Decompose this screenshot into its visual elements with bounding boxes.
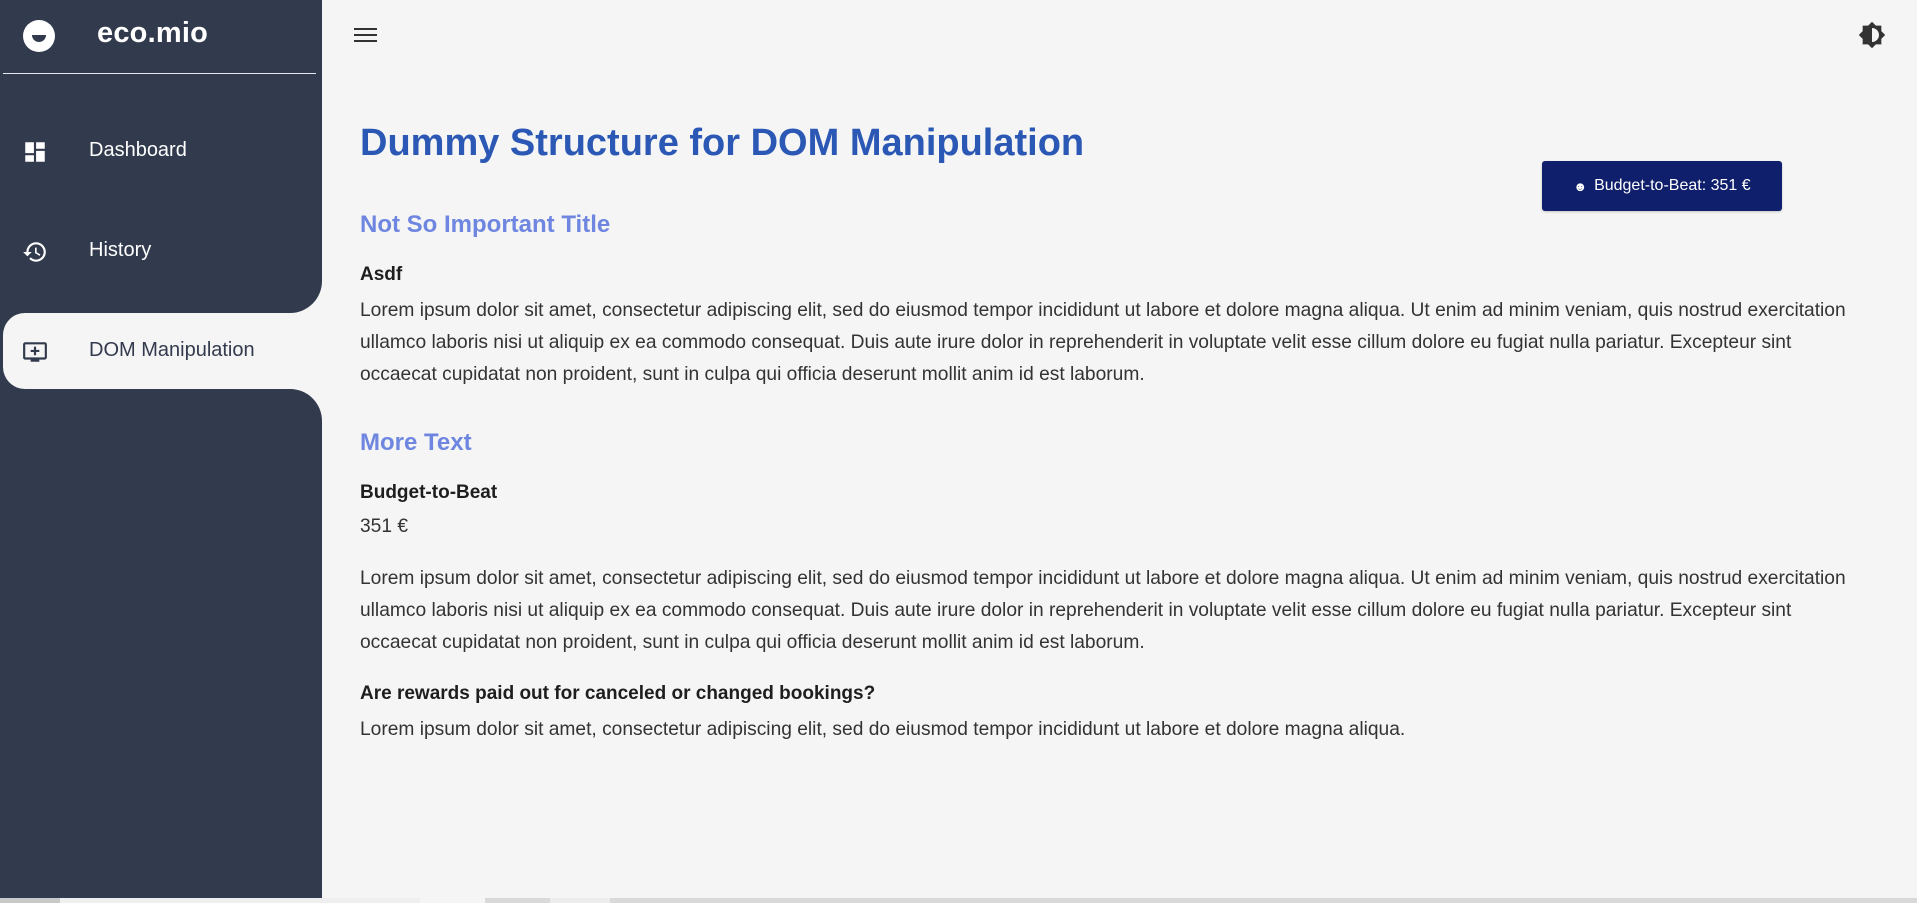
sidebar-item-label: History [89,239,152,261]
history-icon [23,242,46,262]
budget-button-label: Budget-to-Beat: 351 € [1594,177,1751,194]
horizontal-scrollbar[interactable] [0,898,1917,903]
brand: eco.mio [3,0,316,74]
sidebar: eco.mio Dashboard History DOM Manipulati… [0,0,322,903]
dashboard-icon [25,142,45,162]
sidebar-item-label: DOM Manipulation [89,339,255,361]
section-label: Asdf [360,264,403,285]
sidebar-item-history[interactable]: History [0,213,322,289]
faq-answer: Lorem ipsum dolor sit amet, consectetur … [360,719,1406,740]
budget-to-beat-button[interactable]: ☻ Budget-to-Beat: 351 € [1542,161,1782,211]
smiley-icon: ☻ [1573,178,1588,194]
active-tab-curve-bottom [290,389,322,421]
faq-question: Are rewards paid out for canceled or cha… [360,683,876,704]
sidebar-item-dom-manipulation[interactable]: DOM Manipulation [0,313,322,389]
brightness-icon[interactable] [1858,21,1886,49]
logo-icon [23,20,55,52]
budget-label: Budget-to-Beat [360,482,498,503]
section-paragraph: Lorem ipsum dolor sit amet, consectetur … [360,300,1846,385]
sidebar-item-dashboard[interactable]: Dashboard [0,113,322,189]
section-title: More Text [360,429,472,456]
app-name: eco.mio [97,17,208,49]
section-paragraph: Lorem ipsum dolor sit amet, consectetur … [360,568,1846,653]
add-to-queue-icon [23,342,47,362]
sidebar-item-label: Dashboard [89,139,187,161]
budget-value: 351 € [360,516,409,537]
page-title: Dummy Structure for DOM Manipulation [360,122,1085,164]
section-title: Not So Important Title [360,211,611,238]
hamburger-icon[interactable] [353,24,379,46]
